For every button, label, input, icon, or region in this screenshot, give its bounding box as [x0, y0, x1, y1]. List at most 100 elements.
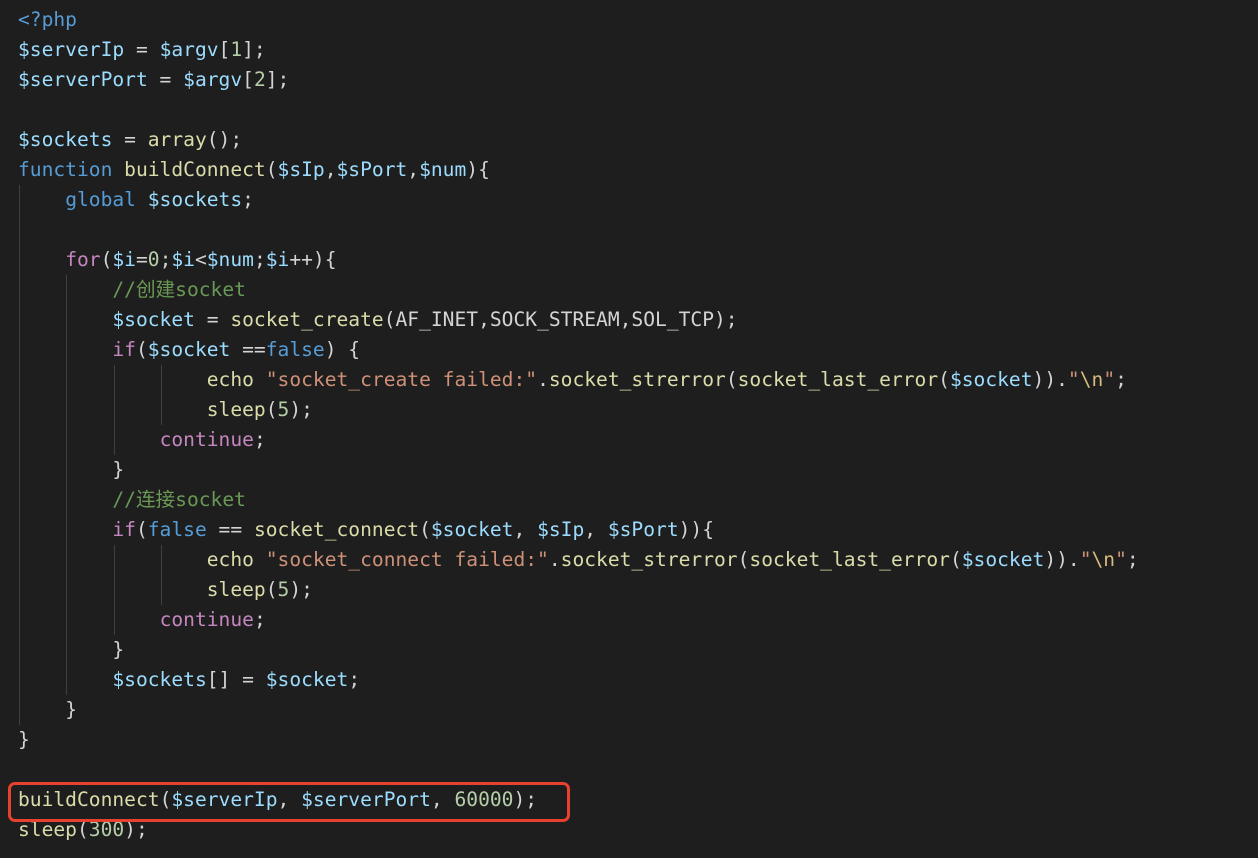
code-token: == — [206, 518, 254, 541]
code-token: "socket_create failed:" — [265, 368, 538, 391]
code-token: socket_connect — [253, 518, 420, 541]
indent-guide — [19, 635, 20, 665]
code-token: . — [537, 368, 549, 391]
code-token: [ — [242, 68, 254, 91]
indent-guide — [113, 395, 115, 425]
indent-guide — [19, 245, 20, 275]
indent-guide — [19, 335, 20, 365]
code-token: if — [112, 518, 136, 541]
code-token: socket_strerror — [548, 368, 726, 391]
code-line: $sockets[] = $socket; — [18, 665, 1139, 695]
code-token: $i — [171, 248, 195, 271]
code-token: //创建socket — [112, 278, 246, 301]
code-token: ){ — [466, 158, 490, 181]
indent-guide — [113, 365, 115, 395]
code-line: sleep(5); — [18, 395, 1139, 425]
code-token: = — [112, 128, 148, 151]
code-token: ( — [265, 158, 278, 181]
indent-guide — [19, 305, 20, 335]
code-token: $i — [265, 248, 290, 271]
code-token: $socket — [265, 668, 349, 691]
code-token: ; — [242, 188, 254, 211]
code-line: $serverIp = $argv[1]; — [18, 35, 1139, 65]
indent-guide — [66, 485, 68, 515]
indent-guide — [19, 515, 20, 545]
indent-guide — [19, 575, 20, 605]
code-line: if($socket ==false) { — [18, 335, 1139, 365]
code-token: ( — [265, 578, 278, 601]
code-token: = — [194, 308, 231, 331]
code-token: . — [548, 548, 561, 571]
code-token: <?php — [18, 8, 77, 31]
code-token: = — [124, 38, 160, 61]
code-token: array — [147, 128, 207, 151]
code-token: $sockets — [18, 128, 113, 151]
code-token: , — [513, 518, 538, 541]
code-line: } — [18, 635, 1139, 665]
code-line — [18, 215, 1139, 245]
code-token: ; — [1115, 368, 1127, 391]
code-token: )){ — [678, 518, 715, 541]
code-token: global — [65, 188, 136, 211]
code-token: )). — [1044, 548, 1080, 571]
code-token: ( — [265, 398, 278, 421]
code-token: for — [65, 248, 101, 271]
code-token: $argv — [183, 68, 243, 91]
code-token: "socket_connect failed:" — [265, 548, 549, 571]
highlight-annotation-box — [8, 782, 570, 822]
code-token: ; — [1126, 548, 1139, 571]
indent-guide — [113, 605, 115, 635]
code-token: " — [1115, 548, 1127, 571]
indent-guide — [66, 665, 68, 695]
code-token: //连接socket — [112, 488, 246, 511]
code-token: [ — [218, 38, 231, 61]
code-token: (AF_INET,SOCK_STREAM,SOL_TCP); — [383, 308, 738, 331]
code-token: $sIp — [537, 518, 585, 541]
indent-guide — [19, 665, 20, 695]
code-token: $socket — [949, 368, 1033, 391]
code-line: continue; — [18, 605, 1139, 635]
indent-guide — [19, 395, 20, 425]
code-token: ( — [100, 248, 113, 271]
code-token: ( — [419, 518, 431, 541]
code-editor[interactable]: <?php $serverIp = $argv[1]; $serverPort = … — [0, 0, 1258, 858]
code-token: < — [194, 248, 207, 271]
code-token: 5 — [277, 398, 290, 421]
indent-guide — [66, 575, 68, 605]
code-token: ; — [348, 668, 361, 691]
code-token: [] = — [206, 668, 266, 691]
code-line: $sockets = array(); — [18, 125, 1139, 155]
code-token: ( — [725, 368, 738, 391]
code-line: sleep(5); — [18, 575, 1139, 605]
code-line: global $sockets; — [18, 185, 1139, 215]
code-token: ( — [949, 548, 962, 571]
code-line: function buildConnect($sIp,$sPort,$num){ — [18, 155, 1139, 185]
code-token: ( — [938, 368, 950, 391]
code-token: \n — [1091, 548, 1116, 571]
indent-guide — [19, 365, 20, 395]
code-token: $argv — [159, 38, 219, 61]
code-token: } — [65, 698, 77, 721]
code-token: echo — [206, 368, 254, 391]
indent-guide — [113, 575, 115, 605]
indent-guide — [19, 695, 20, 725]
code-area[interactable]: <?php $serverIp = $argv[1]; $serverPort = … — [18, 5, 1139, 845]
code-token: )). — [1032, 368, 1068, 391]
code-token: ( — [135, 518, 148, 541]
code-token: continue — [159, 428, 254, 451]
